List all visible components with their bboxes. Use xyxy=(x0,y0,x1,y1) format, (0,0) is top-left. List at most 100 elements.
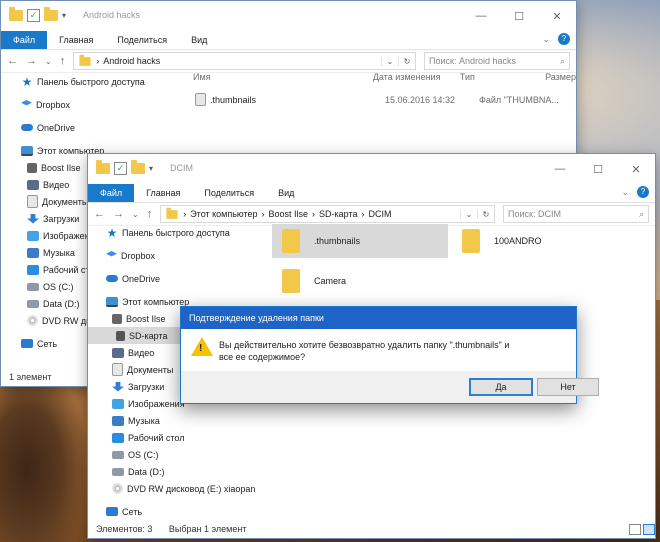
dvd-icon xyxy=(112,483,123,494)
confirm-delete-dialog: Подтверждение удаления папки ! Вы действ… xyxy=(180,306,599,404)
nav-desktop[interactable]: Рабочий стол xyxy=(94,429,266,446)
column-date[interactable]: Дата изменения xyxy=(369,72,456,82)
up-arrow-icon[interactable]: ↑ xyxy=(147,208,153,220)
nav-dropbox[interactable]: Dropbox xyxy=(94,247,266,264)
help-icon[interactable]: ? xyxy=(558,33,570,45)
nav-os-c[interactable]: OS (C:) xyxy=(94,446,266,463)
column-name[interactable]: Имя xyxy=(189,72,369,82)
help-icon[interactable]: ? xyxy=(637,186,649,198)
new-folder-icon[interactable] xyxy=(44,7,58,21)
tab-home[interactable]: Главная xyxy=(134,184,192,202)
quick-access-toolbar: ✓ ▾ xyxy=(9,7,66,22)
refresh-icon[interactable]: ↻ xyxy=(477,209,494,219)
address-bar[interactable]: › Этот компьютер › Boost Ilse › SD-карта… xyxy=(160,205,495,223)
large-icons-view-icon[interactable] xyxy=(643,524,655,535)
back-arrow-icon[interactable]: ← xyxy=(7,55,18,67)
nav-network[interactable]: Сеть xyxy=(94,503,266,520)
tab-share[interactable]: Поделиться xyxy=(192,184,266,202)
back-arrow-icon[interactable]: ← xyxy=(94,208,105,220)
ribbon-tabs: Файл Главная Поделиться Вид ⌄ ? xyxy=(88,184,655,203)
status-count: Элементов: 3 xyxy=(96,524,153,534)
address-controls: ⌄ ↻ xyxy=(381,56,415,66)
nav-quick-access[interactable]: ★ Панель быстрого доступа xyxy=(9,73,189,90)
nav-music[interactable]: Музыка xyxy=(94,412,266,429)
star-icon: ★ xyxy=(106,225,118,240)
address-controls: ⌄ ↻ xyxy=(460,209,494,219)
new-folder-icon[interactable] xyxy=(131,160,145,174)
recent-chevron-icon[interactable]: ⌄ xyxy=(45,57,52,66)
tab-share[interactable]: Поделиться xyxy=(105,31,179,49)
nav-dropbox[interactable]: Dropbox xyxy=(9,96,189,113)
window-title: Android hacks xyxy=(83,10,141,20)
ribbon-right: ⌄ ? xyxy=(542,33,570,45)
ribbon-tabs: Файл Главная Поделиться Вид ⌄ ? xyxy=(1,31,576,50)
recent-chevron-icon[interactable]: ⌄ xyxy=(132,210,139,219)
dialog-title: Подтверждение удаления папки xyxy=(181,307,576,329)
column-size[interactable]: Размер xyxy=(541,72,576,82)
desktop-shape xyxy=(0,360,90,542)
close-icon[interactable]: ✕ xyxy=(538,1,576,31)
search-placeholder: Поиск: DCIM xyxy=(508,209,561,219)
drive-icon xyxy=(27,299,39,308)
folder-tile-thumbnails[interactable]: .thumbnails xyxy=(272,224,448,258)
file-date: 15.06.2016 14:32 xyxy=(385,94,456,105)
tab-home[interactable]: Главная xyxy=(47,31,105,49)
tab-file[interactable]: Файл xyxy=(1,31,48,49)
no-button[interactable]: Нет xyxy=(537,378,599,396)
address-text: Android hacks xyxy=(103,56,161,66)
tab-file[interactable]: Файл xyxy=(88,184,135,202)
customize-chevron-icon[interactable]: ▾ xyxy=(149,164,153,173)
properties-icon[interactable]: ✓ xyxy=(27,9,40,22)
network-icon xyxy=(106,507,118,516)
minimize-icon[interactable]: — xyxy=(462,1,500,31)
nav-data-d[interactable]: Data (D:) xyxy=(94,463,266,480)
forward-arrow-icon[interactable]: → xyxy=(113,208,124,220)
column-type[interactable]: Тип xyxy=(456,72,541,82)
music-icon xyxy=(27,247,39,258)
nav-dvd[interactable]: DVD RW дисковод (E:) xiaopan xyxy=(94,480,266,497)
network-icon xyxy=(21,339,33,348)
file-icon: .thumbnails xyxy=(189,93,377,106)
properties-icon[interactable]: ✓ xyxy=(114,162,127,175)
address-dropdown-icon[interactable]: ⌄ xyxy=(460,209,477,219)
expand-ribbon-icon[interactable]: ⌄ xyxy=(542,34,550,45)
file-row[interactable]: .thumbnails 15.06.2016 14:32 Файл "THUMB… xyxy=(189,91,576,108)
document-icon xyxy=(112,363,123,376)
breadcrumb-this-pc[interactable]: Этот компьютер xyxy=(190,209,257,219)
expand-ribbon-icon[interactable]: ⌄ xyxy=(621,187,629,198)
video-icon xyxy=(27,179,39,190)
column-headers: Имя Дата изменения Тип Размер xyxy=(189,67,576,87)
dropbox-icon xyxy=(106,251,117,257)
folder-icon xyxy=(79,54,91,66)
refresh-icon[interactable]: ↻ xyxy=(398,56,415,66)
warning-mark: ! xyxy=(199,343,203,354)
nav-quick-access[interactable]: ★ Панель быстрого доступа xyxy=(94,224,266,241)
download-icon xyxy=(112,381,124,392)
search-icon: ⌕ xyxy=(559,55,565,66)
tab-view[interactable]: Вид xyxy=(266,184,306,202)
status-selected: Выбран 1 элемент xyxy=(168,524,247,534)
dialog-footer: Да Нет xyxy=(181,371,599,403)
maximize-icon[interactable]: ☐ xyxy=(579,154,617,184)
address-dropdown-icon[interactable]: ⌄ xyxy=(381,56,398,66)
up-arrow-icon[interactable]: ↑ xyxy=(60,55,66,67)
computer-icon xyxy=(21,145,33,156)
minimize-icon[interactable]: — xyxy=(541,154,579,184)
nav-onedrive[interactable]: OneDrive xyxy=(94,270,266,287)
close-icon[interactable]: ✕ xyxy=(617,154,655,184)
folder-tile-100andro[interactable]: 100ANDRO xyxy=(458,224,612,258)
breadcrumb-dcim[interactable]: DCIM xyxy=(369,209,392,219)
tab-view[interactable]: Вид xyxy=(179,31,219,49)
nav-onedrive[interactable]: OneDrive xyxy=(9,119,189,136)
maximize-icon[interactable]: ☐ xyxy=(500,1,538,31)
folder-tile-camera[interactable]: Camera xyxy=(272,264,448,298)
breadcrumb-boost-ilse[interactable]: Boost Ilse xyxy=(269,209,309,219)
search-placeholder: Поиск: Android hacks xyxy=(429,56,516,66)
details-view-icon[interactable] xyxy=(629,524,641,535)
customize-chevron-icon[interactable]: ▾ xyxy=(62,11,66,20)
music-icon xyxy=(112,415,124,426)
yes-button[interactable]: Да xyxy=(469,378,533,396)
search-input[interactable]: Поиск: DCIM ⌕ xyxy=(503,205,649,223)
breadcrumb-sd-card[interactable]: SD-карта xyxy=(319,209,357,219)
forward-arrow-icon[interactable]: → xyxy=(26,55,37,67)
